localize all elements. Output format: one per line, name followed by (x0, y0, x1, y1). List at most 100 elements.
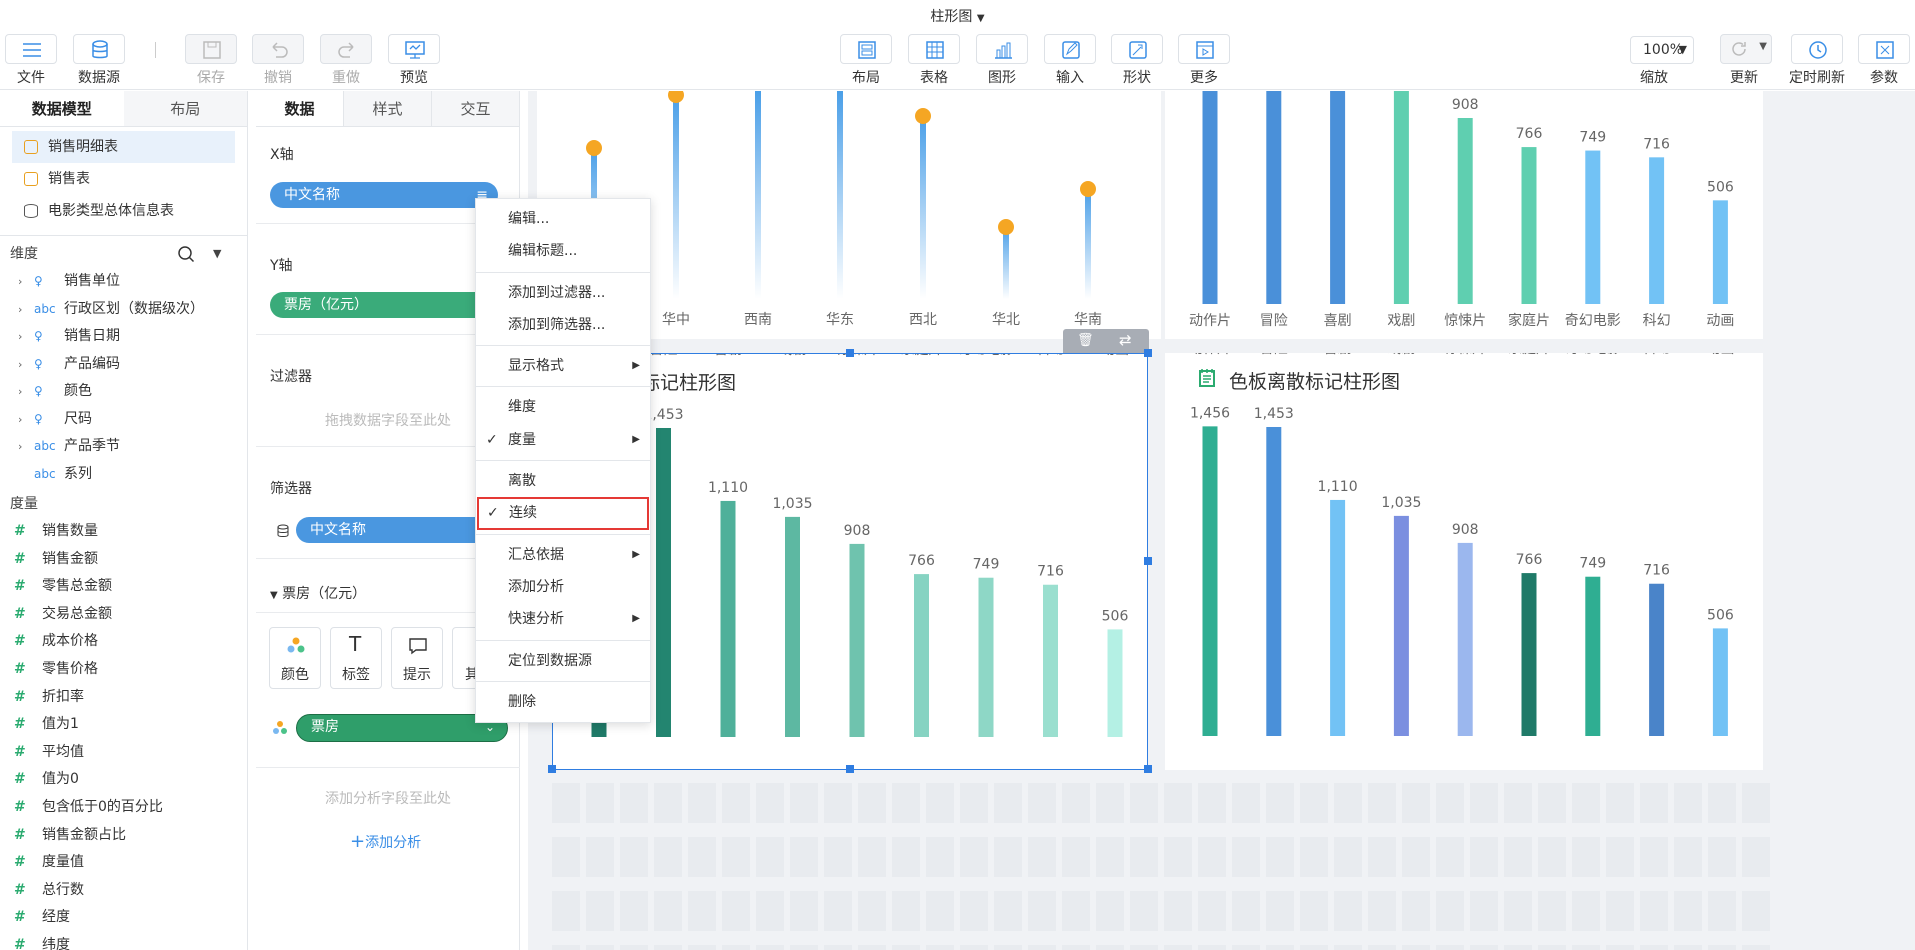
measure-item[interactable]: # 零售价格 (0, 656, 247, 684)
table-button[interactable]: 表格 (908, 34, 960, 86)
chevron-right-icon[interactable]: › (18, 323, 22, 351)
chevron-right-icon[interactable]: › (18, 433, 22, 461)
bar[interactable] (1202, 91, 1218, 304)
measure-item[interactable]: # 交易总金额 (0, 601, 247, 629)
bar[interactable] (1043, 584, 1058, 737)
bar-group[interactable]: 动作片 (1189, 91, 1231, 329)
measure-item[interactable]: # 成本价格 (0, 628, 247, 656)
stem[interactable] (920, 116, 926, 299)
bar[interactable] (1521, 573, 1537, 736)
bar[interactable] (1202, 426, 1218, 736)
chart-card-discrete[interactable]: 色板离散标记柱形图 1,456动作片1,453冒险1,110喜剧1,035戏剧9… (1165, 353, 1763, 770)
bar-group[interactable]: 716 科幻 (1643, 353, 1671, 736)
resize-handle[interactable] (1144, 349, 1152, 357)
dimension-item[interactable]: › ♀ 销售日期 (0, 323, 247, 351)
menu-item[interactable]: 添加分析 (476, 571, 650, 603)
menu-item[interactable]: 编辑标题... (476, 235, 650, 267)
screener-field-pill[interactable]: 中文名称 (296, 517, 498, 543)
bar-group[interactable]: 1,456 动作片 (1189, 353, 1231, 736)
bar[interactable] (1393, 515, 1409, 736)
input-button[interactable]: 输入 (1044, 34, 1096, 86)
bar-group[interactable]: 506 动画 (1706, 353, 1734, 736)
bar-group[interactable]: 戏剧 (1387, 91, 1415, 329)
dimension-item[interactable]: abc 系列 (0, 461, 247, 489)
menu-item[interactable]: ✓ 度量 ▶ (476, 424, 650, 456)
chevron-down-icon[interactable]: ▼ (1759, 41, 1767, 52)
menu-item[interactable]: ✓ 连续 (477, 497, 649, 530)
zoom-select[interactable]: 100% ▼ (1630, 36, 1694, 64)
menu-item[interactable]: 汇总依据 ▶ (476, 539, 650, 571)
tab-style[interactable]: 样式 (344, 91, 432, 126)
resize-handle[interactable] (846, 349, 854, 357)
bar[interactable] (785, 516, 800, 737)
table-item-movie-genre[interactable]: 电影类型总体信息表 (0, 195, 247, 227)
mark-color-button[interactable]: 颜色 (269, 627, 321, 689)
measure-item[interactable]: # 折扣率 (0, 684, 247, 712)
mark-label-button[interactable]: T 标签 (330, 627, 382, 689)
bar-group[interactable]: 908 惊悚片 (836, 354, 878, 737)
resize-handle[interactable] (548, 765, 556, 773)
bar-group[interactable]: 1,453 冒险 (1254, 353, 1294, 736)
bar-group[interactable]: 1,035 戏剧 (772, 354, 813, 737)
stem[interactable] (1003, 227, 1009, 299)
x-axis-field-pill[interactable]: 中文名称 ≡ (270, 182, 498, 208)
dimension-item[interactable]: › ♀ 颜色 (0, 378, 247, 406)
resize-handle[interactable] (846, 765, 854, 773)
chevron-right-icon[interactable]: › (18, 378, 22, 406)
measure-item[interactable]: # 包含低于0的百分比 (0, 794, 247, 822)
lollipop-dot[interactable] (586, 140, 602, 156)
table-item-sales[interactable]: 销售表 (0, 163, 247, 195)
stem[interactable] (755, 91, 761, 299)
menu-item[interactable]: 维度 (476, 391, 650, 423)
chart-card-top-right[interactable]: 动作片 冒险 喜剧 戏剧 908 惊悚片 766 家庭片 749 奇幻电影 716 科幻 506 动画 (1165, 91, 1763, 339)
chevron-right-icon[interactable]: › (18, 351, 22, 379)
bar[interactable] (914, 574, 929, 737)
stem[interactable] (837, 91, 843, 299)
preview-button[interactable]: 预览 (388, 34, 440, 86)
tab-data-model[interactable]: 数据模型 (0, 91, 124, 126)
bar[interactable] (1712, 628, 1728, 736)
bar-group[interactable]: 1,110 喜剧 (708, 354, 748, 737)
menu-item[interactable]: 添加到过滤器... (476, 277, 650, 309)
add-analysis-button[interactable]: +添加分析 (350, 831, 421, 852)
resize-handle[interactable] (1144, 765, 1152, 773)
measure-item[interactable]: # 度量值 (0, 849, 247, 877)
dimension-item[interactable]: › ♀ 尺码 (0, 406, 247, 434)
bar[interactable] (656, 427, 671, 737)
delete-icon[interactable]: 🗑 (1077, 333, 1094, 348)
bar[interactable] (1266, 426, 1282, 736)
tab-interaction[interactable]: 交互 (432, 91, 519, 126)
bar[interactable] (849, 543, 865, 737)
bar-group[interactable]: 766 家庭片 (1508, 353, 1550, 736)
menu-item[interactable]: 添加到筛选器... (476, 309, 650, 341)
bar-group[interactable]: 749 奇幻电影 (1565, 353, 1621, 736)
bar-group[interactable]: 716 科幻 (1643, 136, 1671, 329)
bar-group[interactable]: 506 动画 (1101, 354, 1129, 737)
bar[interactable] (1585, 150, 1601, 304)
measure-item[interactable]: # 值为0 (0, 766, 247, 794)
bar-group[interactable]: 908 惊悚片 (1444, 97, 1486, 329)
measure-item[interactable]: # 经度 (0, 904, 247, 932)
analysis-drop-zone[interactable]: 添加分析字段至此处 (256, 788, 520, 808)
bar-group[interactable]: 749 奇幻电影 (1565, 130, 1621, 329)
bar[interactable] (720, 500, 736, 737)
dimension-item[interactable]: › ♀ 产品编码 (0, 351, 247, 379)
shape-button[interactable]: 形状 (1111, 34, 1163, 86)
layout-button[interactable]: 布局 (840, 34, 892, 86)
menu-item[interactable]: 删除 (476, 686, 650, 718)
lollipop-stem[interactable] (755, 91, 761, 299)
bar[interactable] (1457, 542, 1473, 736)
more-button[interactable]: 更多 (1178, 34, 1230, 86)
bar[interactable] (1712, 200, 1728, 304)
measure-section-header[interactable]: ▼ 票房（亿元） (270, 583, 366, 603)
menu-item[interactable]: 离散 (476, 465, 650, 497)
bar[interactable] (1521, 147, 1537, 304)
bar-group[interactable]: 908 惊悚片 (1444, 353, 1486, 736)
bar[interactable] (978, 577, 994, 737)
bar-group[interactable]: 766 家庭片 (1508, 126, 1550, 329)
bar[interactable] (1330, 499, 1346, 736)
lollipop-dot[interactable] (668, 91, 684, 103)
measure-item[interactable]: # 总行数 (0, 877, 247, 905)
dimension-item[interactable]: › abc 行政区划（数据级次） (0, 296, 247, 324)
lollipop-stem[interactable] (1080, 181, 1096, 299)
